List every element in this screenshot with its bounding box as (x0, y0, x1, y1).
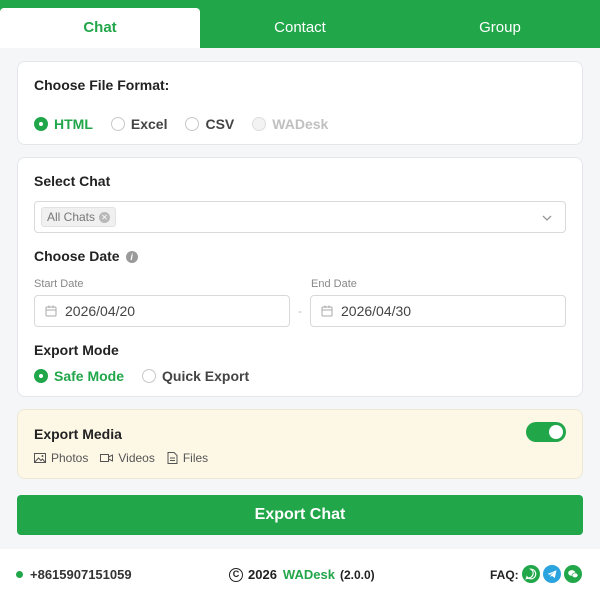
media-item-files: Files (167, 451, 208, 465)
media-item-videos: Videos (100, 451, 155, 465)
radio-label: WADesk (272, 116, 329, 132)
wechat-icon[interactable] (564, 565, 582, 583)
media-types: Photos Videos Files (34, 451, 220, 465)
calendar-icon (321, 305, 333, 317)
video-icon (100, 454, 114, 462)
start-date-value: 2026/04/20 (65, 303, 136, 319)
radio-dot (252, 117, 267, 131)
start-date-input[interactable]: 2026/04/20 (34, 295, 290, 327)
radio-excel[interactable]: Excel (110, 116, 168, 132)
end-date-label: End Date (311, 278, 357, 290)
copyright-icon: C (229, 567, 243, 582)
file-format-card: Choose File Format: HTML Excel CSV WADes… (17, 61, 583, 145)
media-label: Files (182, 451, 209, 465)
file-format-options: HTML Excel CSV WADesk (34, 116, 346, 132)
app-version: (2.0.0) (339, 567, 375, 582)
calendar-icon (45, 305, 57, 317)
brand-name: WADesk (282, 567, 335, 582)
select-chat-title: Select Chat (34, 173, 111, 189)
export-mode-title: Export Mode (34, 342, 119, 358)
radio-dot (34, 117, 48, 131)
telegram-icon[interactable] (543, 565, 561, 583)
remove-tag-icon[interactable]: ✕ (99, 211, 111, 223)
end-date-input[interactable]: 2026/04/30 (310, 295, 566, 327)
footer: +8615907151059 C 2026 WADesk (2.0.0) FAQ… (0, 549, 600, 599)
radio-label: Safe Mode (54, 368, 125, 384)
export-chat-button[interactable]: Export Chat (17, 495, 583, 535)
radio-quick-export[interactable]: Quick Export (142, 368, 249, 384)
radio-label: HTML (54, 116, 93, 132)
media-label: Photos (51, 451, 89, 465)
chat-select[interactable]: All Chats ✕ (34, 201, 566, 233)
tab-contact[interactable]: Contact (200, 8, 400, 48)
media-label: Videos (118, 451, 155, 465)
copyright: C 2026 WADesk (2.0.0) (229, 567, 375, 582)
tab-chat[interactable]: Chat (0, 8, 200, 48)
choose-date-title: Choose Date i (34, 248, 138, 264)
file-format-title: Choose File Format: (34, 77, 170, 93)
export-media-toggle[interactable] (526, 422, 566, 442)
account-phone: +8615907151059 (30, 567, 132, 582)
export-media-card: Export Media Photos Videos Files (17, 409, 583, 479)
date-separator: - (298, 304, 302, 318)
file-icon (167, 452, 178, 464)
info-icon[interactable]: i (125, 251, 138, 263)
image-icon (34, 453, 46, 463)
radio-label: CSV (205, 116, 235, 132)
online-status-dot (16, 571, 23, 578)
start-date-label: Start Date (34, 278, 84, 290)
radio-safe-mode[interactable]: Safe Mode (34, 368, 124, 384)
radio-wadesk: WADesk (252, 116, 328, 132)
chat-settings-card: Select Chat All Chats ✕ Choose Date i Sta… (17, 157, 583, 397)
whatsapp-icon[interactable] (522, 565, 540, 583)
export-media-title: Export Media (34, 426, 122, 442)
choose-date-label: Choose Date (34, 248, 120, 264)
radio-dot (110, 117, 125, 131)
tab-group[interactable]: Group (400, 8, 600, 48)
radio-dot (142, 369, 157, 383)
chat-tag: All Chats ✕ (41, 207, 117, 227)
chat-tag-label: All Chats (47, 210, 96, 224)
radio-dot (34, 369, 48, 383)
faq-label: FAQ: (490, 568, 519, 582)
radio-html[interactable]: HTML (34, 116, 93, 132)
copyright-year: 2026 (248, 567, 277, 582)
export-mode-options: Safe Mode Quick Export (34, 368, 267, 384)
chevron-down-icon[interactable] (541, 212, 553, 224)
tab-bar: Chat Contact Group (0, 0, 600, 48)
toggle-knob (549, 425, 563, 439)
end-date-value: 2026/04/30 (341, 303, 412, 319)
radio-label: Quick Export (162, 368, 250, 384)
radio-csv[interactable]: CSV (185, 116, 234, 132)
radio-dot (185, 117, 200, 131)
radio-label: Excel (130, 116, 168, 132)
media-item-photos: Photos (34, 451, 88, 465)
